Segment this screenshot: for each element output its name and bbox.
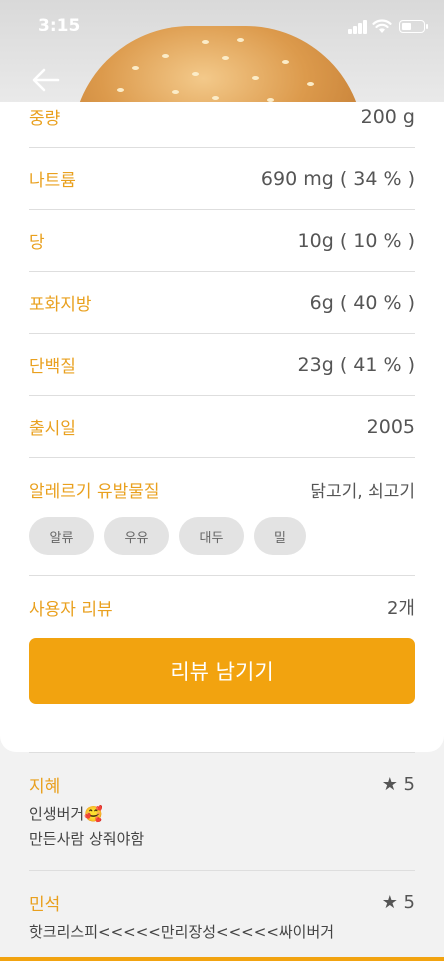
detail-row-saturated-fat: 포화지방 6g ( 40 % )	[29, 272, 415, 334]
detail-row-release-date: 출시일 2005	[29, 396, 415, 458]
reviews-label: 사용자 리뷰	[29, 599, 113, 620]
detail-row-sugar: 당 10g ( 10 % )	[29, 210, 415, 272]
review-count: 2개	[386, 598, 415, 619]
detail-row-sodium: 나트륨 690 mg ( 34 % )	[29, 148, 415, 210]
detail-label: 출시일	[29, 419, 76, 439]
battery-icon	[399, 20, 428, 33]
review-rating: ★ 5	[381, 774, 415, 795]
detail-label: 중량	[29, 109, 61, 129]
cellular-signal-icon	[348, 20, 368, 34]
review-item: 지혜 ★ 5 인생버거🥰 만든사람 상줘야함	[29, 772, 415, 849]
divider	[29, 752, 415, 753]
review-rating: ★ 5	[381, 892, 415, 913]
detail-label: 나트륨	[29, 171, 76, 191]
allergen-chip: 밀	[254, 517, 306, 555]
review-item: 민석 ★ 5 핫크리스피<<<<<만리장성<<<<<싸이버거	[29, 890, 415, 942]
review-summary-row: 사용자 리뷰 2개	[29, 576, 415, 638]
detail-value: 10g ( 10 % )	[297, 229, 415, 252]
allergen-chip: 우유	[104, 517, 169, 555]
review-text-line: 만든사람 상줘야함	[29, 830, 145, 848]
reviewer-name: 지혜	[29, 777, 61, 797]
reviewer-name: 민석	[29, 895, 61, 915]
status-bar: 3:15	[0, 0, 444, 54]
detail-value: 2005	[366, 415, 415, 438]
write-review-button[interactable]: 리뷰 남기기	[29, 638, 415, 704]
detail-value: 6g ( 40 % )	[309, 291, 415, 314]
status-time: 3:15	[38, 16, 81, 36]
allergen-chip: 알류	[29, 517, 94, 555]
wifi-icon	[372, 19, 392, 33]
allergen-chip: 대두	[179, 517, 244, 555]
detail-row-weight: 중량 200 g	[29, 86, 415, 148]
detail-row-protein: 단백질 23g ( 41 % )	[29, 334, 415, 396]
detail-value: 23g ( 41 % )	[297, 353, 415, 376]
detail-label: 포화지방	[29, 295, 92, 315]
detail-value: 690 mg ( 34 % )	[260, 167, 415, 190]
allergen-chip-list: 알류 우유 대두 밀	[29, 517, 306, 555]
detail-row-allergens: 알레르기 유발물질 닭고기, 쇠고기	[29, 458, 415, 520]
review-text-line: 인생버거🥰	[29, 805, 103, 823]
detail-label: 당	[29, 233, 45, 253]
detail-label: 알레르기 유발물질	[29, 481, 160, 502]
detail-label: 단백질	[29, 357, 76, 377]
divider	[29, 870, 415, 871]
detail-value: 200 g	[360, 105, 415, 128]
bottom-accent-bar	[0, 957, 444, 961]
review-text-line: 핫크리스피<<<<<만리장성<<<<<싸이버거	[29, 923, 335, 941]
detail-value: 닭고기, 쇠고기	[310, 481, 415, 502]
product-details-card: 중량 200 g 나트륨 690 mg ( 34 % ) 당 10g ( 10 …	[0, 102, 444, 752]
